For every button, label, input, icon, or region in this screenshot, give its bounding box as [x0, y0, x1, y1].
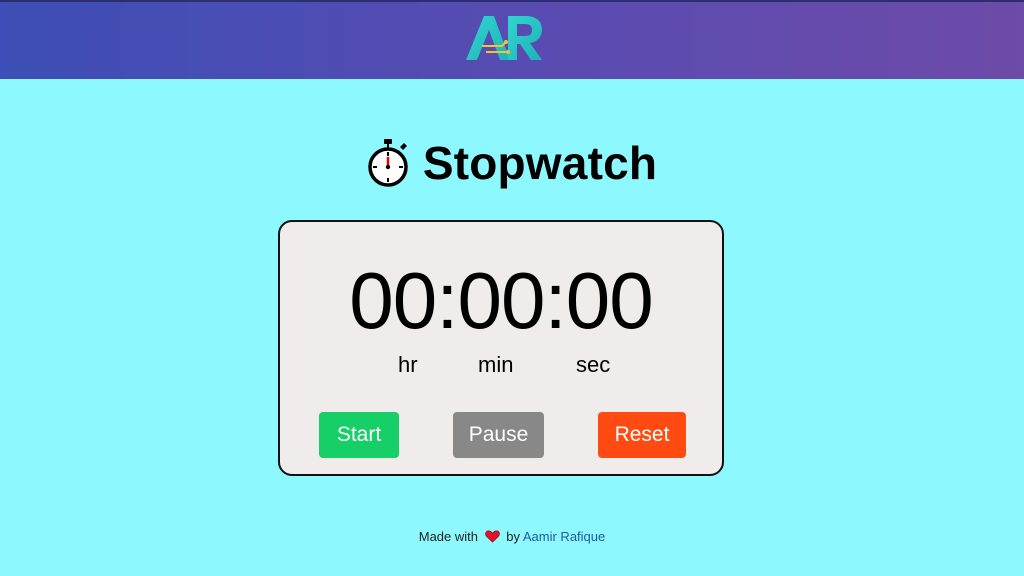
by-text: by	[506, 529, 520, 544]
stopwatch-icon	[368, 139, 408, 187]
stopwatch-card: 00:00:00 hr min sec Start Pause Reset	[278, 220, 724, 476]
seconds-label: sec	[576, 352, 611, 377]
author-link[interactable]: Aamir Rafique	[523, 529, 605, 544]
pause-button[interactable]: Pause	[453, 412, 544, 458]
minutes-label: min	[478, 352, 514, 377]
footer: Made with by Aamir Rafique	[0, 529, 1024, 544]
top-header: AR	[0, 0, 1024, 79]
start-button[interactable]: Start	[319, 412, 399, 458]
page-title: Stopwatch	[422, 137, 658, 189]
reset-button[interactable]: Reset	[598, 412, 686, 458]
page-title-row: Stopwatch	[0, 136, 1024, 190]
made-with-text: Made with	[418, 529, 478, 544]
ar-logo	[466, 16, 542, 60]
hours-label: hr	[398, 352, 418, 377]
time-display: 00:00:00	[349, 256, 653, 345]
heart-icon	[484, 530, 500, 543]
logo-text: AR	[0, 2, 1, 3]
